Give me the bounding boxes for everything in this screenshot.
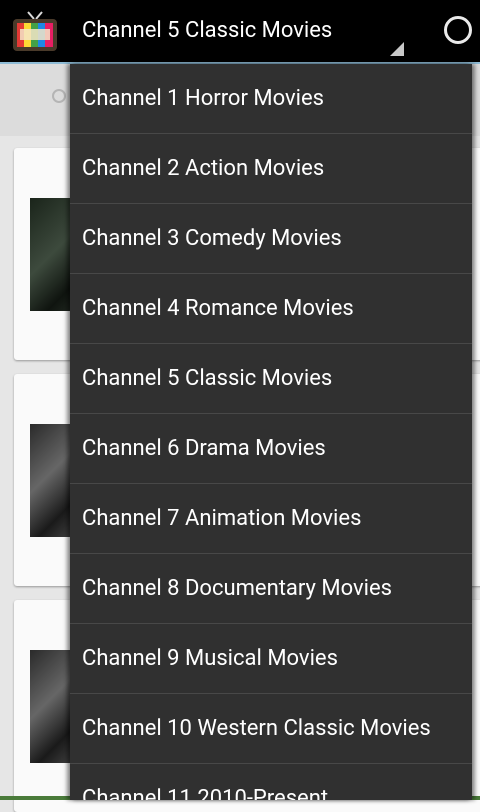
loading-spinner-icon	[444, 16, 472, 44]
channel-option[interactable]: Channel 1 Horror Movies	[70, 64, 472, 134]
channel-option-label: Channel 9 Musical Movies	[82, 646, 338, 671]
channel-option[interactable]: Channel 3 Comedy Movies	[70, 204, 472, 274]
channel-option-label: Channel 10 Western Classic Movies	[82, 716, 431, 741]
action-bar: Channel 5 Classic Movies	[0, 0, 480, 64]
channel-option[interactable]: Channel 9 Musical Movies	[70, 624, 472, 694]
channel-option-label: Channel 2 Action Movies	[82, 156, 325, 181]
search-icon	[52, 89, 66, 103]
channel-option-label: Channel 3 Comedy Movies	[82, 226, 342, 251]
channel-option[interactable]: Channel 5 Classic Movies	[70, 344, 472, 414]
dropdown-indicator-icon	[390, 42, 404, 56]
channel-option-label: Channel 7 Animation Movies	[82, 506, 362, 531]
channel-option-label: Channel 6 Drama Movies	[82, 436, 326, 461]
tv-icon[interactable]	[12, 10, 58, 54]
channel-option-label: Channel 1 Horror Movies	[82, 86, 325, 111]
selected-channel-label: Channel 5 Classic Movies	[82, 18, 333, 43]
channel-option[interactable]: Channel 2 Action Movies	[70, 134, 472, 204]
channel-option-label: Channel 5 Classic Movies	[82, 366, 333, 391]
channel-option[interactable]: Channel 6 Drama Movies	[70, 414, 472, 484]
channel-option[interactable]: Channel 11 2010-Present	[70, 764, 472, 800]
channel-spinner[interactable]: Channel 5 Classic Movies	[70, 0, 406, 62]
channel-option[interactable]: Channel 8 Documentary Movies	[70, 554, 472, 624]
channel-option-label: Channel 4 Romance Movies	[82, 296, 354, 321]
channel-option-label: Channel 8 Documentary Movies	[82, 576, 393, 601]
channel-option[interactable]: Channel 7 Animation Movies	[70, 484, 472, 554]
channel-option[interactable]: Channel 4 Romance Movies	[70, 274, 472, 344]
channel-option-label: Channel 11 2010-Present	[82, 786, 329, 800]
channel-dropdown-list: Channel 1 Horror Movies Channel 2 Action…	[70, 64, 472, 800]
channel-option[interactable]: Channel 10 Western Classic Movies	[70, 694, 472, 764]
